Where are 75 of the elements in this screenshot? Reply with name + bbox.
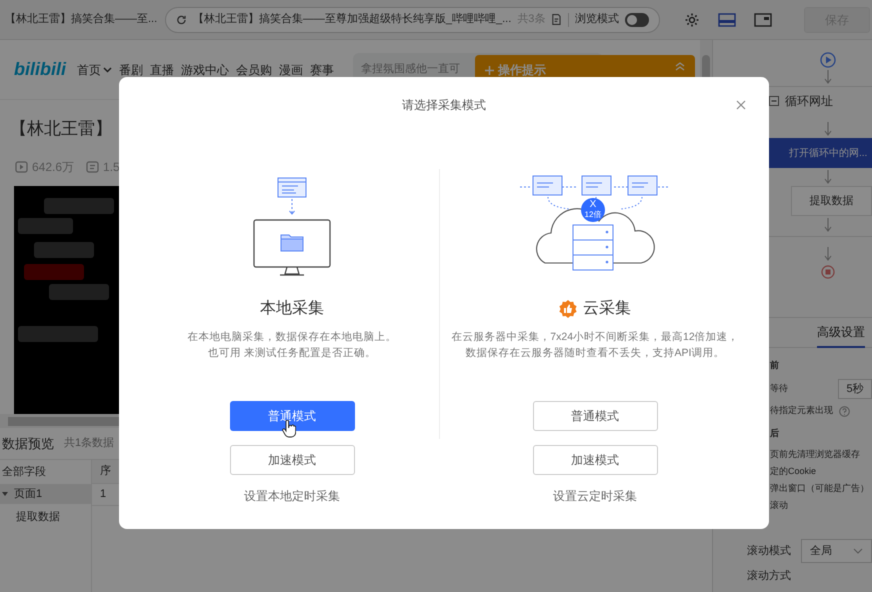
loop-label[interactable]: 循环网址 [785,92,833,110]
collapse-icon[interactable] [769,96,779,106]
dialog-title: 请选择采集模式 [402,97,486,114]
setting-label: 页前先清理浏览器缓存 [770,448,860,461]
down-arrow-icon [824,218,832,232]
mode-button[interactable]: 加速模式 [230,445,354,475]
workflow-step[interactable]: 提取数据 [791,186,872,216]
nav-link[interactable]: 直播 [150,60,174,78]
mode-description: 在云服务器中采集，7x24小时不间断采集，最高12倍加速， [451,330,739,345]
tree-item[interactable]: 页面1 [0,484,91,504]
mode-button[interactable]: 加速模式 [532,445,658,475]
close-icon[interactable] [736,100,746,110]
document-icon[interactable] [551,13,562,26]
down-arrow-icon [824,170,832,184]
plus-icon [485,66,494,74]
badge-text: X [590,200,596,210]
table-cell-text: 1 [99,487,108,502]
down-arrow-icon [824,122,832,136]
stop-icon[interactable] [820,265,834,279]
settings-icon[interactable] [684,12,700,28]
mode-description: 在本地电脑采集，数据保存在本地电脑上。 [188,330,396,345]
setting-label: 弹出窗口（可能是广告） [770,482,869,495]
schedule-link[interactable]: 设置本地定时采集 [244,487,340,505]
tip-title: 操作提示 [498,62,546,79]
record-count: 共1条数据 [64,436,114,452]
refresh-icon[interactable] [176,14,187,26]
settings-tab[interactable]: 高级设置 [817,318,865,348]
section-heading: 后 [770,427,779,440]
tree-header: 全部字段 [1,464,47,480]
nav-link[interactable]: 番剧 [119,60,143,78]
danmaku-icon [86,161,100,173]
video-title: 【林北王雷】 [10,119,112,138]
nav-link[interactable]: 赛事 [310,60,334,78]
select-field[interactable]: 全局 [801,539,872,563]
mode-button[interactable]: 普通模式 [230,401,354,431]
setting-label: 待指定元素出现 [770,404,833,418]
caret-icon[interactable] [103,66,112,72]
column-header: 序 [99,464,112,480]
mode-button[interactable]: 普通模式 [532,401,658,431]
setting-label: 定的Cookie [770,464,816,478]
browser-tab[interactable]: 【林北王雷】搞笑合集——至... [0,11,165,28]
setting-label: 滚动方式 [747,568,791,584]
window-layout-icon[interactable] [754,12,772,26]
play-count-icon [15,161,28,173]
pointer-cursor-icon [282,420,296,438]
mode-label: 浏览模式 [575,12,620,28]
tree-item[interactable]: 提取数据 [0,504,91,530]
url-text: 【林北王雷】搞笑合集——至尊加强超级特长纯享版_哔哩哔哩_... [192,12,512,28]
caret-icon[interactable] [853,548,863,554]
view-count: 642.6万 [32,159,74,176]
mode-title: 本地采集 [260,298,324,319]
mode-description: 数据保存在云服务器随时查看不丢失，支持API调用。 [466,346,724,361]
section-heading: 前 [770,359,779,372]
mode-title: 云采集 [583,298,631,319]
input-field[interactable]: 5秒 [838,379,872,399]
preview-title: 数据预览 [2,434,54,453]
mode-description: 也可用 来测试任务配置是否正确。 [208,346,376,361]
setting-label: 滚动 [770,498,788,512]
down-arrow-icon [824,247,832,261]
nav-link[interactable]: 首页 [77,60,112,78]
down-arrow-icon [824,70,832,84]
thumbs-up-badge-icon [559,300,577,318]
nav-link[interactable]: 会员购 [236,60,272,78]
nav-link[interactable]: 漫画 [279,60,303,78]
danmaku-count: 1.5 [103,159,120,176]
setting-label: 等待 [770,382,788,396]
schedule-link[interactable]: 设置云定时采集 [553,487,637,505]
panel-layout-icon[interactable] [718,12,736,26]
mode-toggle[interactable] [625,12,649,26]
start-icon[interactable] [820,52,836,68]
badge-text: 12倍 [584,210,602,220]
help-icon[interactable] [839,406,850,416]
expand-icon[interactable] [2,491,8,497]
setting-label: 滚动模式 [747,544,791,559]
nav-link[interactable]: 游戏中心 [181,60,229,78]
